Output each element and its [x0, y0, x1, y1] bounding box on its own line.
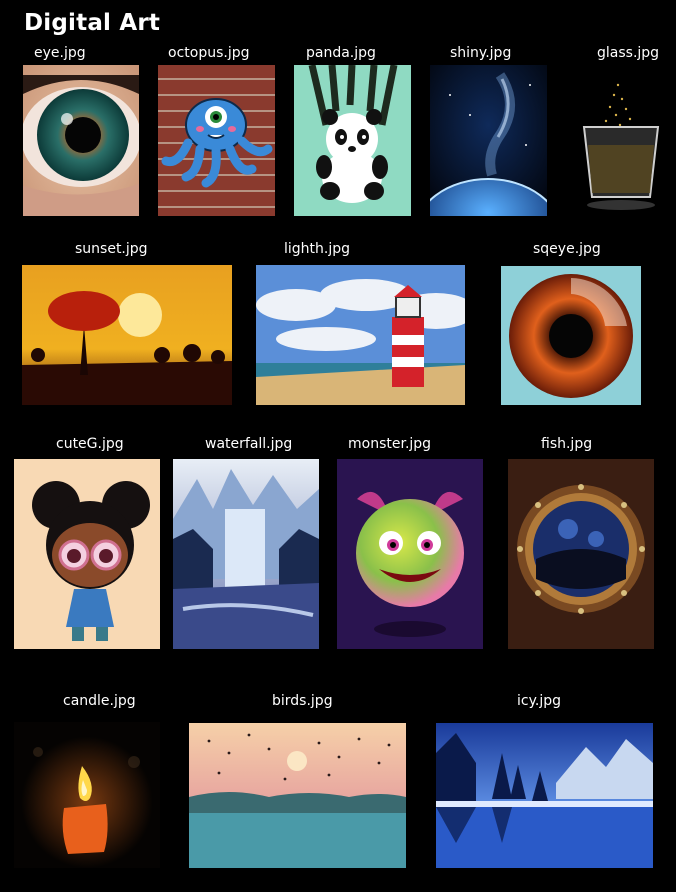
fish-thumbnail[interactable] [508, 459, 654, 649]
caption-waterfall: waterfall.jpg [205, 436, 293, 452]
caption-panda: panda.jpg [306, 45, 376, 61]
waterfall-thumbnail[interactable] [173, 459, 319, 649]
icy-thumbnail[interactable] [436, 723, 653, 868]
octopus-thumbnail[interactable] [158, 65, 275, 216]
lighthouse-thumbnail[interactable] [256, 265, 465, 405]
caption-sqeye: sqeye.jpg [533, 241, 601, 257]
candle-thumbnail[interactable] [14, 722, 160, 868]
sunset-thumbnail[interactable] [22, 265, 232, 405]
monster-thumbnail[interactable] [337, 459, 483, 649]
girl-thumbnail[interactable] [14, 459, 160, 649]
glass-thumbnail[interactable] [566, 65, 676, 216]
caption-lighthouse: lighth.jpg [284, 241, 351, 257]
caption-birds: birds.jpg [272, 693, 333, 709]
birds-thumbnail[interactable] [189, 723, 406, 868]
panda-thumbnail[interactable] [294, 65, 411, 216]
eye-thumbnail[interactable] [23, 65, 139, 216]
caption-fish: fish.jpg [541, 436, 593, 452]
sqeye-thumbnail[interactable] [501, 266, 641, 405]
caption-eye: eye.jpg [34, 45, 86, 61]
caption-octopus: octopus.jpg [168, 45, 250, 61]
caption-icy: icy.jpg [517, 693, 561, 709]
caption-monster: monster.jpg [348, 436, 432, 452]
caption-cuteg: cuteG.jpg [56, 436, 124, 452]
caption-candle: candle.jpg [63, 693, 136, 709]
caption-sunset: sunset.jpg [75, 241, 148, 257]
caption-glass: glass.jpg [597, 45, 660, 61]
caption-shiny: shiny.jpg [450, 45, 512, 61]
earth-thumbnail[interactable] [430, 65, 547, 216]
page-title: Digital Art [24, 10, 161, 36]
